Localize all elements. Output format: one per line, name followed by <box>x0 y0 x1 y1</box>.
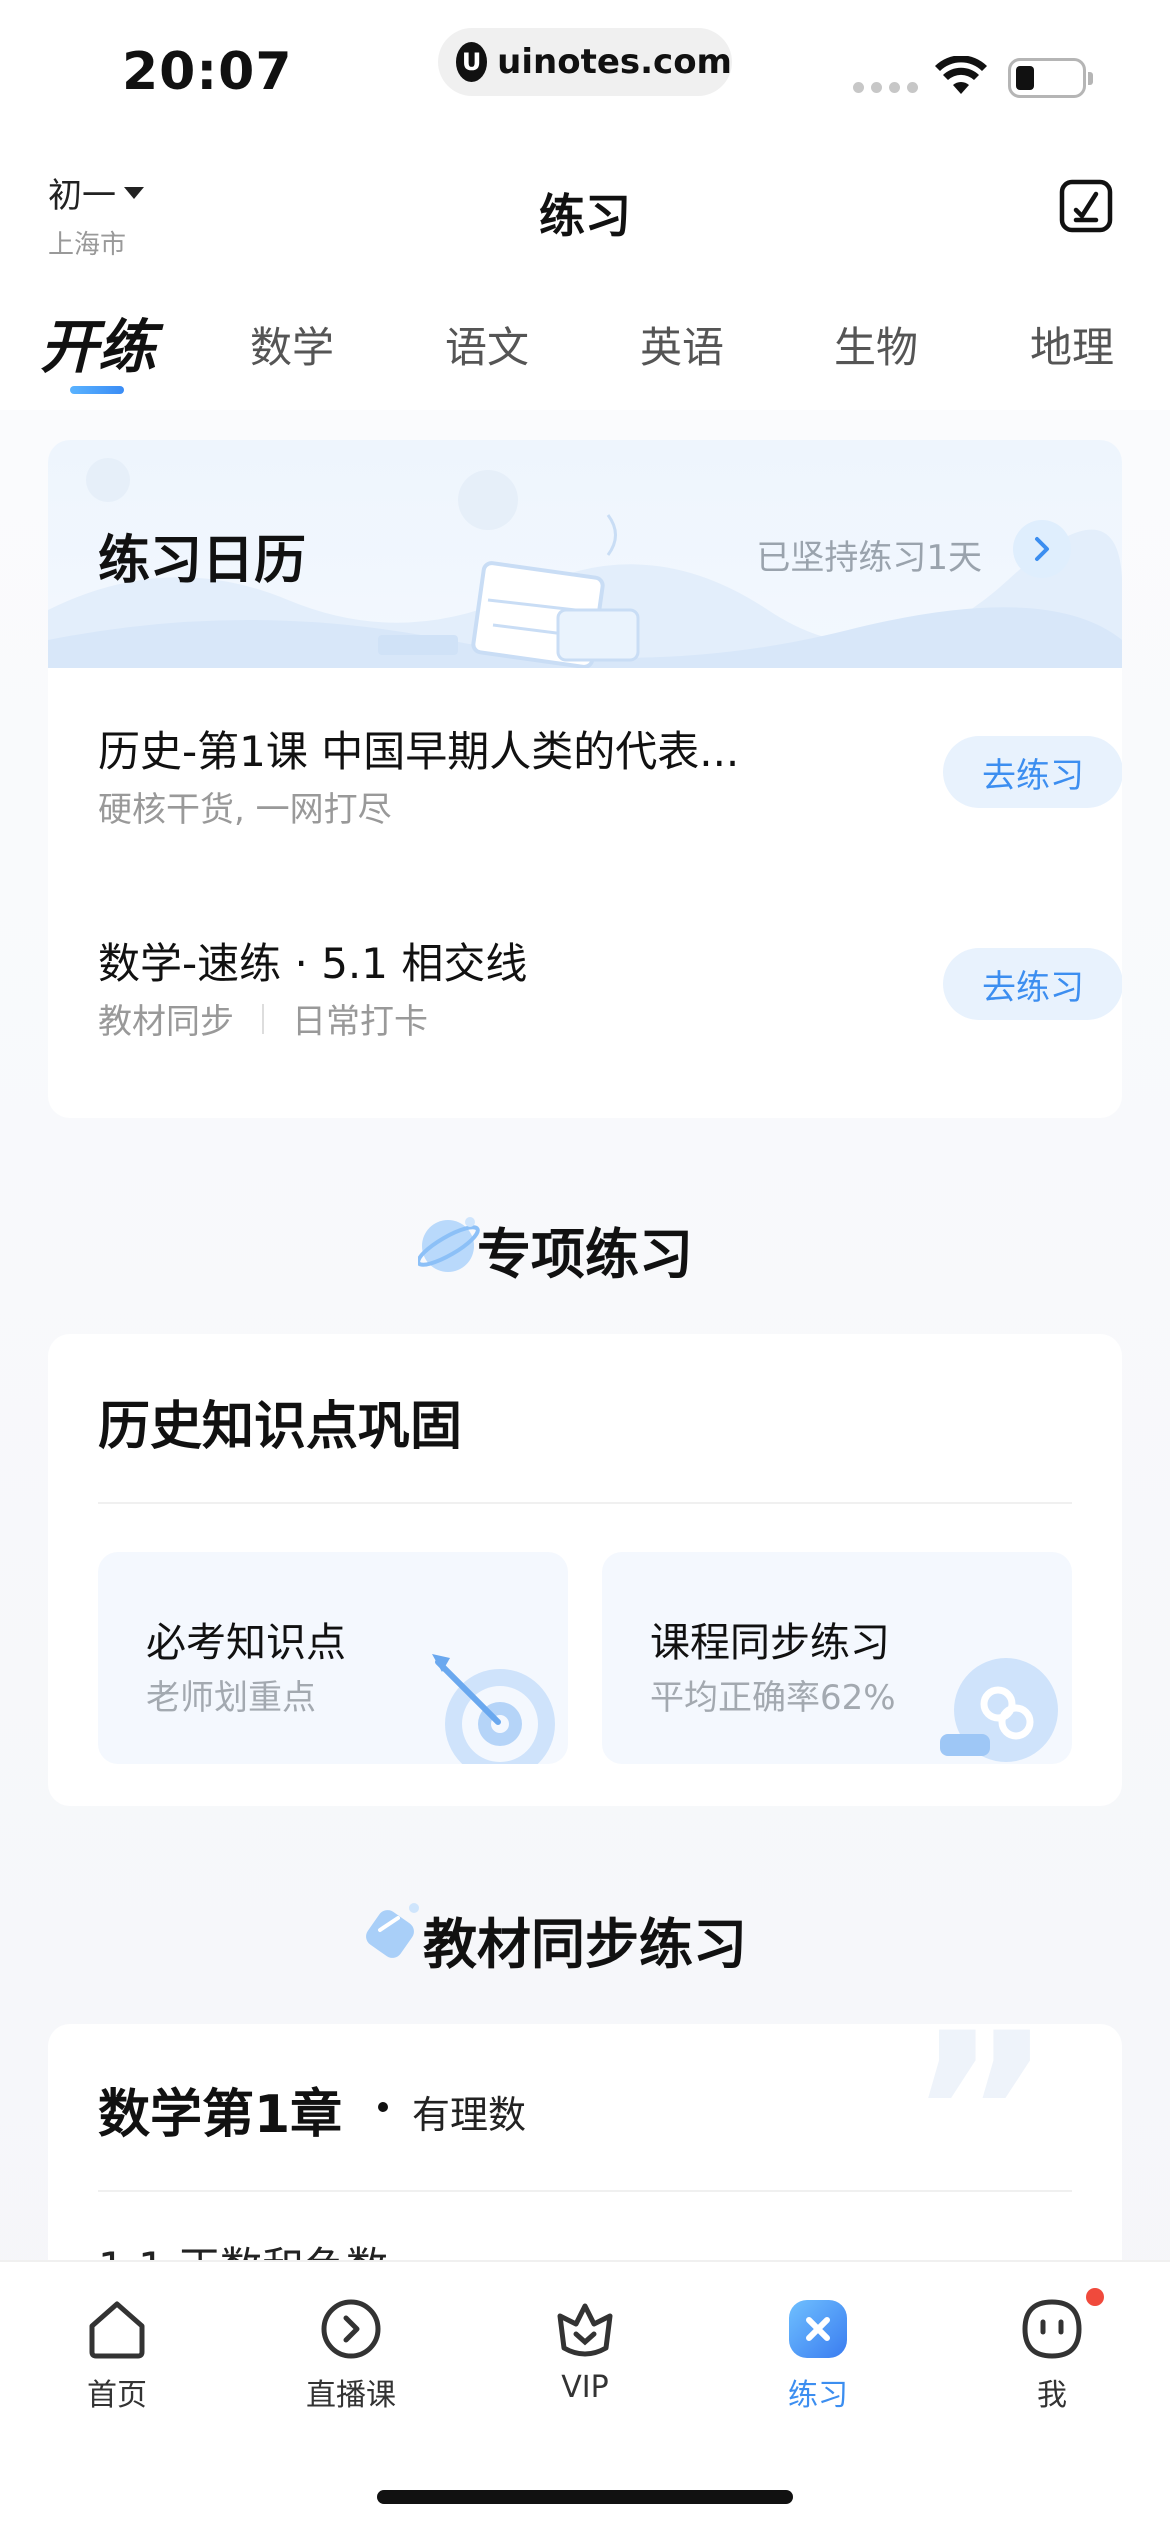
nav-label: VIP <box>561 2370 609 2405</box>
card-title: 历史知识点巩固 <box>98 1397 463 1457</box>
quote-mark-icon: ” <box>908 2024 1053 2242</box>
edit-note-icon[interactable] <box>1058 178 1114 234</box>
dot-separator <box>378 2102 388 2112</box>
subject-tabs: 开练 数学 语文 英语 生物 地理 <box>0 290 1170 410</box>
notification-badge <box>1086 2288 1104 2306</box>
nav-vip[interactable]: VIP <box>505 2296 665 2405</box>
home-icon <box>89 2301 145 2359</box>
site-logo-icon: U <box>456 42 488 82</box>
go-practice-button[interactable]: 去练习 <box>943 736 1122 808</box>
nav-label: 首页 <box>87 2378 147 2413</box>
chapter-subtitle: 有理数 <box>412 2093 527 2137</box>
cellular-signal-icon <box>853 82 918 93</box>
task-tag: 教材同步 <box>98 1002 234 1042</box>
special-practice-heading: 专项练习 <box>477 1223 693 1286</box>
nav-label: 练习 <box>788 2378 848 2413</box>
tile-title: 课程同步练习 <box>650 1620 890 1666</box>
tab-active-indicator <box>70 386 124 394</box>
tab-math[interactable]: 数学 <box>250 314 334 375</box>
practice-task[interactable]: 历史-第1课 中国早期人类的代表... 硬核干货, 一网打尽 去练习 <box>98 718 1122 858</box>
task-subtitle: 硬核干货, 一网打尽 <box>98 782 392 831</box>
status-bar: 20:07 U uinotes.com <box>0 0 1170 150</box>
tab-english[interactable]: 英语 <box>640 314 724 375</box>
tile-title: 必考知识点 <box>146 1620 346 1666</box>
nav-practice[interactable]: 练习 <box>738 2296 898 2414</box>
calendar-title: 练习日历 <box>98 531 307 591</box>
practice-task[interactable]: 数学-速练 · 5.1 相交线 教材同步 日常打卡 去练习 <box>98 930 1122 1070</box>
textbook-practice-heading: 教材同步练习 <box>423 1913 747 1976</box>
task-title: 历史-第1课 中国早期人类的代表... <box>98 727 740 776</box>
nav-live[interactable]: 直播课 <box>271 2296 431 2414</box>
page-header: 初一 上海市 练习 <box>0 150 1170 300</box>
profile-icon <box>1022 2299 1082 2359</box>
calendar-streak: 已坚持练习1天 <box>756 538 982 578</box>
wifi-icon <box>935 56 987 94</box>
calendar-more-button[interactable] <box>1013 520 1071 578</box>
go-practice-button[interactable]: 去练习 <box>943 948 1122 1020</box>
history-knowledge-card: 历史知识点巩固 必考知识点 老师划重点 课程同步练习 平均正确率62% <box>48 1334 1122 1806</box>
practice-icon <box>789 2300 847 2358</box>
tag-divider <box>262 1003 264 1034</box>
chevron-right-icon <box>1035 537 1049 561</box>
page-title: 练习 <box>539 189 631 243</box>
divider <box>98 1502 1072 1504</box>
ribbon-icon <box>940 1658 1058 1762</box>
url-pill[interactable]: U uinotes.com <box>438 28 732 96</box>
task-title: 数学-速练 · 5.1 相交线 <box>98 939 528 988</box>
home-indicator <box>377 2490 793 2504</box>
divider <box>98 2190 1072 2192</box>
nav-label: 直播课 <box>306 2378 396 2413</box>
tab-kailian[interactable]: 开练 <box>40 300 156 384</box>
battery-icon <box>1008 58 1093 98</box>
nav-label: 我 <box>1037 2378 1067 2413</box>
status-time: 20:07 <box>122 42 293 102</box>
task-subtitle: 教材同步 日常打卡 <box>98 994 428 1043</box>
nav-me[interactable]: 我 <box>972 2296 1132 2414</box>
chapter-title: 数学第1章 <box>98 2085 343 2145</box>
url-text: uinotes.com <box>497 42 732 82</box>
tile-subtitle: 平均正确率62% <box>650 1678 896 1718</box>
tab-biology[interactable]: 生物 <box>834 314 918 375</box>
tab-geography[interactable]: 地理 <box>1030 314 1114 375</box>
nav-home[interactable]: 首页 <box>37 2296 197 2414</box>
task-tag: 日常打卡 <box>292 1002 428 1042</box>
play-icon <box>321 2299 381 2359</box>
vip-crown-icon <box>557 2303 613 2357</box>
key-points-tile[interactable]: 必考知识点 老师划重点 <box>98 1552 568 1764</box>
target-icon <box>432 1654 555 1764</box>
tile-subtitle: 老师划重点 <box>146 1678 316 1718</box>
tab-chinese[interactable]: 语文 <box>445 314 529 375</box>
sync-practice-tile[interactable]: 课程同步练习 平均正确率62% <box>602 1552 1072 1764</box>
practice-calendar-card: 练习日历 已坚持练习1天 历史-第1课 中国早期人类的代表... 硬核干货, 一… <box>48 440 1122 1118</box>
task-tag: 硬核干货, 一网打尽 <box>98 790 392 830</box>
